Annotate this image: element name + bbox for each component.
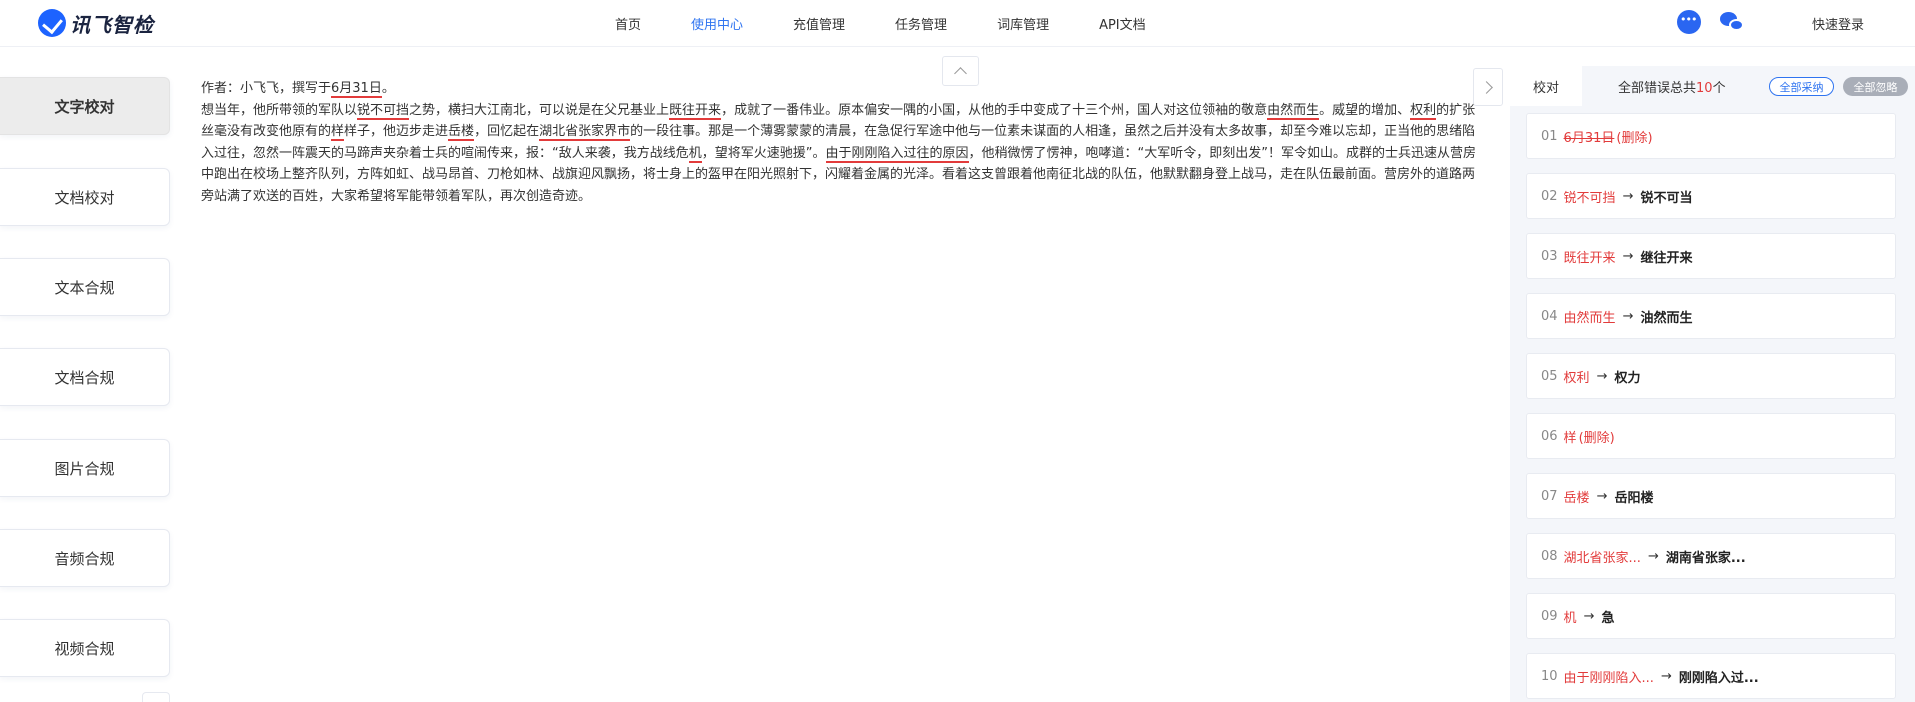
correction-card[interactable]: 05 权利 → 权力 — [1526, 353, 1896, 399]
arrow-right-icon: → — [1660, 668, 1672, 684]
correction-suggested-text: 湖南省张家... — [1665, 550, 1746, 566]
sidebar-item-text-proofread[interactable]: 文字校对 — [0, 77, 170, 135]
error-highlight[interactable]: 由于刚刚陷入过往的原因 — [825, 145, 969, 163]
quick-login-link[interactable]: 快速登录 — [1812, 14, 1864, 33]
correction-index: 06 — [1541, 428, 1558, 444]
correction-index: 03 — [1541, 248, 1558, 264]
document-text[interactable]: 作者：小飞飞，撰写于6月31日。想当年，他所带领的军队以锐不可挡之势，横扫大江南… — [201, 78, 1476, 207]
nav-api-docs[interactable]: API文档 — [1099, 14, 1146, 33]
correction-suggested-text: 岳阳楼 — [1614, 490, 1654, 506]
wechat-icon[interactable] — [1720, 10, 1744, 34]
brand-name: 讯飞智检 — [70, 12, 154, 37]
correction-wrong-text: 样 — [1563, 430, 1577, 446]
brand-logo[interactable]: 讯飞智检 — [38, 8, 154, 38]
error-highlight[interactable]: 岳楼 — [448, 124, 475, 141]
correction-suggested-text: 锐不可当 — [1640, 190, 1693, 206]
correction-suggested-text: 继往开来 — [1640, 250, 1693, 266]
correction-wrong-text: 既往开来 — [1563, 250, 1616, 266]
correction-index: 08 — [1541, 548, 1558, 564]
arrow-right-icon: → — [1622, 188, 1634, 204]
text-segment: ，成就了一番伟业。原本偏安一隅的小国，从他的手中变成了十三个州，国人对这位领袖的… — [721, 102, 1268, 118]
error-highlight[interactable]: 既往开来 — [669, 102, 722, 120]
correction-wrong-text: 由于刚刚陷入... — [1563, 670, 1654, 686]
error-highlight[interactable]: 权利 — [1410, 102, 1437, 120]
nav-home[interactable]: 首页 — [615, 14, 641, 33]
nav-recharge[interactable]: 充值管理 — [793, 14, 845, 33]
correction-wrong-text: 岳楼 — [1563, 490, 1590, 506]
text-segment: 想当年，他所带领的军队以 — [201, 102, 358, 118]
error-count: 10 — [1696, 81, 1713, 96]
error-highlight[interactable]: 锐不可挡 — [357, 102, 410, 120]
sidebar-item-doc-compliance[interactable]: 文档合规 — [0, 348, 170, 406]
correction-index: 02 — [1541, 188, 1558, 204]
error-summary: 全部错误总共10个 — [1618, 81, 1726, 96]
correction-card[interactable]: 01 6月31日 (删除) — [1526, 113, 1896, 159]
correction-card[interactable]: 03 既往开来 → 继往开来 — [1526, 233, 1896, 279]
correction-index: 07 — [1541, 488, 1558, 504]
correction-card[interactable]: 04 由然而生 → 油然而生 — [1526, 293, 1896, 339]
correction-wrong-text: 6月31日 — [1563, 130, 1615, 146]
arrow-right-icon: → — [1596, 488, 1608, 504]
correction-card[interactable]: 02 锐不可挡 → 锐不可当 — [1526, 173, 1896, 219]
main-nav: 首页 使用中心 充值管理 任务管理 词库管理 API文档 — [615, 0, 1196, 46]
text-segment: ，望将军火速驰援”。 — [701, 145, 826, 161]
tab-proofread[interactable]: 校对 — [1510, 66, 1582, 106]
arrow-right-icon: → — [1622, 248, 1634, 264]
correction-suggested-text: 急 — [1601, 610, 1615, 626]
correction-suggested-text: 刚刚陷入过... — [1678, 670, 1759, 686]
arrow-right-icon: → — [1647, 548, 1659, 564]
sidebar-item-text-compliance[interactable]: 文本合规 — [0, 258, 170, 316]
sidebar-item-audio-compliance[interactable]: 音频合规 — [0, 529, 170, 587]
top-header: 讯飞智检 首页 使用中心 充值管理 任务管理 词库管理 API文档 快速登录 — [0, 0, 1915, 47]
correction-card[interactable]: 06 样 (删除) — [1526, 413, 1896, 459]
nav-usage-center[interactable]: 使用中心 — [691, 14, 743, 33]
correction-delete-note: (删除) — [1616, 130, 1653, 146]
scroll-stub[interactable] — [142, 692, 170, 702]
correction-card[interactable]: 08 湖北省张家... → 湖南省张家... — [1526, 533, 1896, 579]
sidebar-item-doc-proofread[interactable]: 文档校对 — [0, 168, 170, 226]
error-highlight[interactable]: 湖北省张家界市 — [539, 124, 631, 141]
correction-wrong-text: 权利 — [1563, 370, 1590, 386]
arrow-right-icon: → — [1583, 608, 1595, 624]
customer-service-icon[interactable] — [1677, 10, 1701, 34]
error-highlight[interactable]: 6月31日 — [331, 81, 382, 98]
nav-tasks[interactable]: 任务管理 — [895, 14, 947, 33]
arrow-right-icon: → — [1622, 308, 1634, 324]
correction-suggested-text: 油然而生 — [1640, 310, 1693, 326]
arrow-right-icon: → — [1596, 368, 1608, 384]
collapse-panel-button[interactable] — [1473, 68, 1503, 106]
text-segment: 之势，横扫大江南北，可以说是在父兄基业上 — [409, 102, 670, 118]
correction-index: 05 — [1541, 368, 1558, 384]
correction-card[interactable]: 10 由于刚刚陷入... → 刚刚陷入过... — [1526, 653, 1896, 699]
correction-index: 01 — [1541, 128, 1558, 144]
error-highlight[interactable]: 机 — [688, 145, 702, 163]
ignore-all-button[interactable]: 全部忽略 — [1843, 77, 1908, 96]
text-segment: 。 — [381, 81, 395, 96]
correction-card[interactable]: 07 岳楼 → 岳阳楼 — [1526, 473, 1896, 519]
correction-index: 09 — [1541, 608, 1558, 624]
correction-index: 10 — [1541, 668, 1558, 684]
correction-wrong-text: 由然而生 — [1563, 310, 1616, 326]
text-segment: 。威望的增加、 — [1319, 102, 1411, 118]
accept-all-button[interactable]: 全部采纳 — [1769, 77, 1834, 96]
correction-index: 04 — [1541, 308, 1558, 324]
brand-logo-icon — [38, 9, 66, 37]
correction-card[interactable]: 09 机 → 急 — [1526, 593, 1896, 639]
text-segment: 作者：小飞飞，撰写于 — [201, 81, 332, 96]
correction-wrong-text: 湖北省张家... — [1563, 550, 1641, 566]
nav-lexicon[interactable]: 词库管理 — [997, 14, 1049, 33]
correction-delete-note: (删除) — [1578, 430, 1615, 446]
correction-wrong-text: 锐不可挡 — [1563, 190, 1616, 206]
text-segment: ，回忆起在 — [474, 124, 540, 139]
error-highlight[interactable]: 由然而生 — [1267, 102, 1320, 120]
sidebar-item-image-compliance[interactable]: 图片合规 — [0, 439, 170, 497]
correction-wrong-text: 机 — [1563, 610, 1577, 626]
error-highlight[interactable]: 样 — [331, 124, 345, 141]
sidebar-item-video-compliance[interactable]: 视频合规 — [0, 619, 170, 677]
correction-suggested-text: 权力 — [1614, 370, 1641, 386]
text-segment: 样子，他迈步走进 — [344, 124, 449, 139]
